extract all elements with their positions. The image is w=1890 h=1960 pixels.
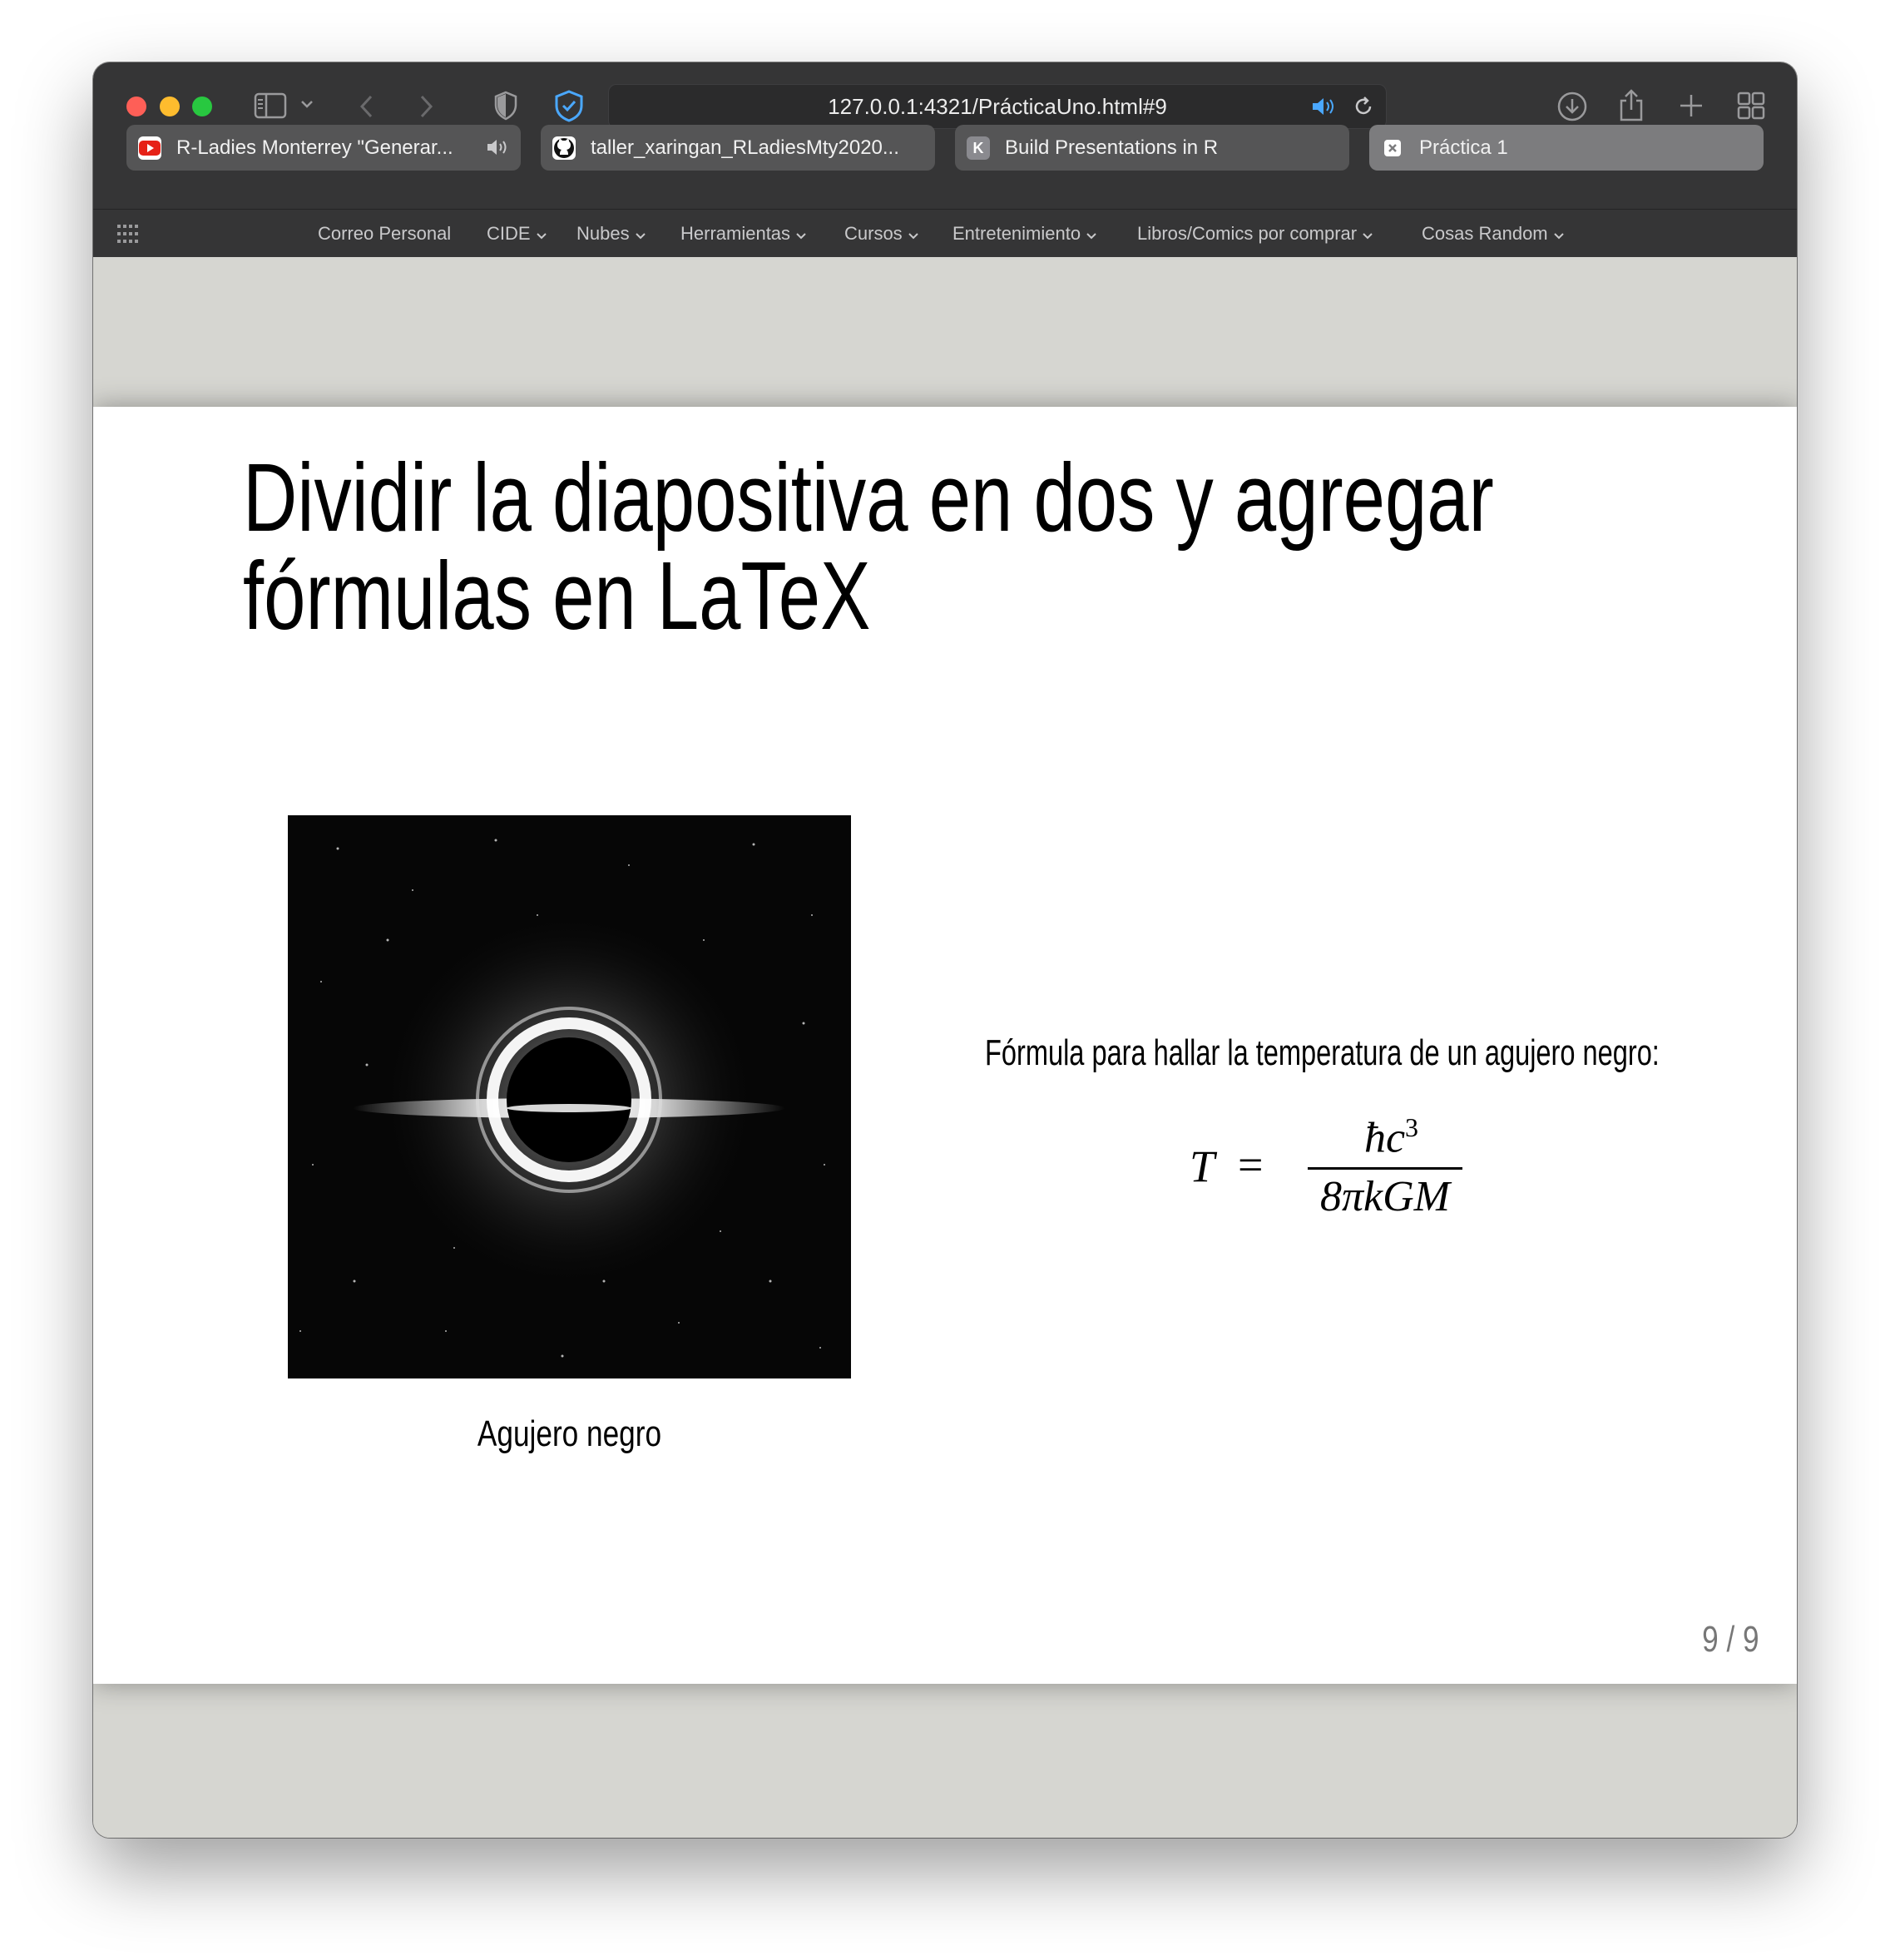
tab-github-taller[interactable]: taller_xaringan_RLadiesMty2020... [541, 125, 935, 171]
formula-label: Fórmula para hallar la temperatura de un… [985, 1032, 1660, 1073]
github-icon [552, 136, 576, 160]
tab-overview-icon[interactable] [1737, 92, 1765, 120]
bookmark-label: Herramientas [680, 223, 791, 244]
audio-playing-icon[interactable] [1311, 97, 1336, 116]
adblock-shield-icon[interactable] [552, 89, 586, 122]
back-icon[interactable] [358, 94, 376, 119]
slide-number: 9 / 9 [1702, 1619, 1760, 1660]
bookmark-cursos[interactable]: Cursos [844, 210, 919, 258]
reload-icon[interactable] [1353, 96, 1374, 117]
downloads-icon[interactable] [1556, 91, 1588, 122]
bookmark-herramientas[interactable]: Herramientas [680, 210, 807, 258]
tab-rladies-youtube[interactable]: R-Ladies Monterrey "Generar... [126, 125, 521, 171]
fraction-bar [1308, 1167, 1462, 1170]
browser-window: 127.0.0.1:4321/PrácticaUno.html#9 R-Ladi… [93, 62, 1797, 1838]
address-bar[interactable]: 127.0.0.1:4321/PrácticaUno.html#9 [608, 84, 1387, 129]
url-text: 127.0.0.1:4321/PrácticaUno.html#9 [828, 94, 1167, 119]
chevron-down-icon [1362, 210, 1373, 259]
chevron-down-icon [536, 210, 547, 259]
numerator-exponent: 3 [1405, 1112, 1419, 1142]
bookmark-label: Libros/Comics por comprar [1137, 223, 1358, 244]
chevron-down-icon [635, 210, 646, 259]
bookmark-entretenimiento[interactable]: Entretenimiento [952, 210, 1097, 258]
speaker-icon[interactable] [486, 138, 509, 162]
bookmark-label: Cursos [844, 223, 903, 244]
black-hole-image [288, 815, 851, 1378]
chevron-down-icon [908, 210, 919, 259]
bookmark-label: Entretenimiento [952, 223, 1081, 244]
browser-chrome: 127.0.0.1:4321/PrácticaUno.html#9 R-Ladi… [93, 62, 1797, 257]
share-icon[interactable] [1618, 87, 1645, 122]
image-caption: Agujero negro [477, 1413, 662, 1454]
zoom-window-button[interactable] [192, 97, 212, 116]
formula-numerator: ħc3 [1314, 1112, 1468, 1162]
bookmark-label: CIDE [487, 223, 531, 244]
bookmark-label: Nubes [576, 223, 630, 244]
new-tab-icon[interactable] [1678, 92, 1704, 119]
tab-label: R-Ladies Monterrey "Generar... [176, 136, 453, 159]
formula-lhs: T [1190, 1141, 1215, 1191]
minimize-window-button[interactable] [160, 97, 180, 116]
youtube-icon [138, 136, 161, 160]
bookmark-libros-comics[interactable]: Libros/Comics por comprar [1137, 210, 1373, 258]
bookmark-nubes[interactable]: Nubes [576, 210, 646, 258]
forward-icon[interactable] [417, 94, 435, 119]
chevron-down-icon [1086, 210, 1097, 259]
tab-label: taller_xaringan_RLadiesMty2020... [591, 136, 899, 159]
k-icon: K [967, 136, 990, 160]
slide[interactable]: Dividir la diapositiva en dos y agregar … [93, 407, 1797, 1684]
close-icon[interactable] [1381, 136, 1404, 160]
bookmarks-bar: Correo Personal CIDE Nubes Herramientas … [93, 209, 1797, 258]
page-viewport: Dividir la diapositiva en dos y agregar … [93, 257, 1797, 1838]
bookmark-cosas-random[interactable]: Cosas Random [1422, 210, 1565, 258]
chevron-down-icon [1553, 210, 1565, 259]
tab-label: Práctica 1 [1419, 136, 1508, 159]
tab-practica-1[interactable]: Práctica 1 [1369, 125, 1764, 171]
tab-build-presentations[interactable]: K Build Presentations in R [955, 125, 1349, 171]
slide-title: Dividir la diapositiva en dos y agregar … [243, 443, 1494, 650]
privacy-shield-icon[interactable] [493, 91, 518, 121]
latex-formula: T = ħc3 8πkGM [1190, 1112, 1464, 1220]
bookmark-cide[interactable]: CIDE [487, 210, 547, 258]
formula-denominator: 8πkGM [1320, 1173, 1450, 1220]
bookmark-label: Cosas Random [1422, 223, 1548, 244]
sidebar-icon[interactable] [254, 92, 287, 119]
apps-grid-icon[interactable] [117, 225, 139, 243]
bookmark-label: Correo Personal [318, 223, 452, 244]
close-window-button[interactable] [126, 97, 146, 116]
bookmark-correo-personal[interactable]: Correo Personal [318, 210, 451, 258]
chevron-down-icon[interactable] [299, 98, 314, 110]
numerator-text: ħc [1363, 1114, 1406, 1162]
formula-equals: = [1238, 1140, 1264, 1190]
tab-label: Build Presentations in R [1005, 136, 1219, 159]
chevron-down-icon [795, 210, 807, 259]
